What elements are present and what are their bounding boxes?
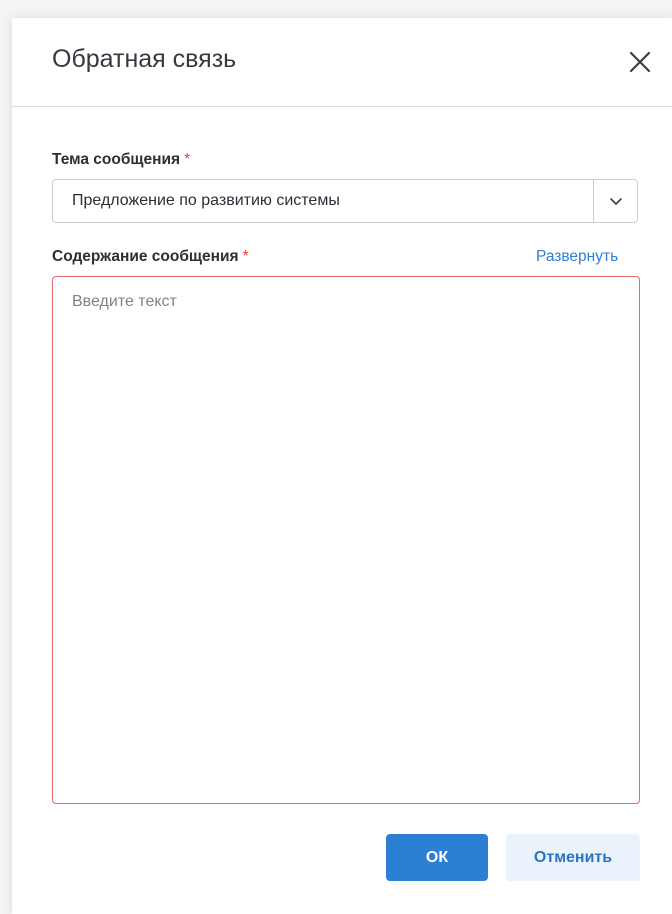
subject-label: Тема сообщения *: [52, 151, 190, 169]
close-icon: [629, 51, 651, 73]
content-label: Содержание сообщения *: [52, 248, 249, 266]
subject-label-text: Тема сообщения: [52, 151, 181, 168]
subject-select-value: Предложение по развитию системы: [72, 192, 340, 209]
close-button[interactable]: [626, 48, 654, 76]
expand-link[interactable]: Развернуть: [536, 248, 618, 266]
subject-select[interactable]: Предложение по развитию системы: [52, 179, 638, 223]
content-label-text: Содержание сообщения: [52, 248, 239, 265]
dialog-header: Обратная связь: [12, 18, 672, 107]
ok-button[interactable]: ОК: [386, 834, 488, 881]
subject-required-mark: *: [184, 151, 191, 168]
dialog-title: Обратная связь: [52, 45, 237, 73]
content-required-mark: *: [242, 248, 249, 265]
chevron-down-icon[interactable]: [608, 193, 624, 209]
message-textarea[interactable]: [52, 276, 640, 804]
select-divider: [593, 180, 594, 222]
feedback-dialog: Обратная связь Тема сообщения * Предложен…: [12, 18, 672, 914]
cancel-button[interactable]: Отменить: [506, 834, 640, 881]
